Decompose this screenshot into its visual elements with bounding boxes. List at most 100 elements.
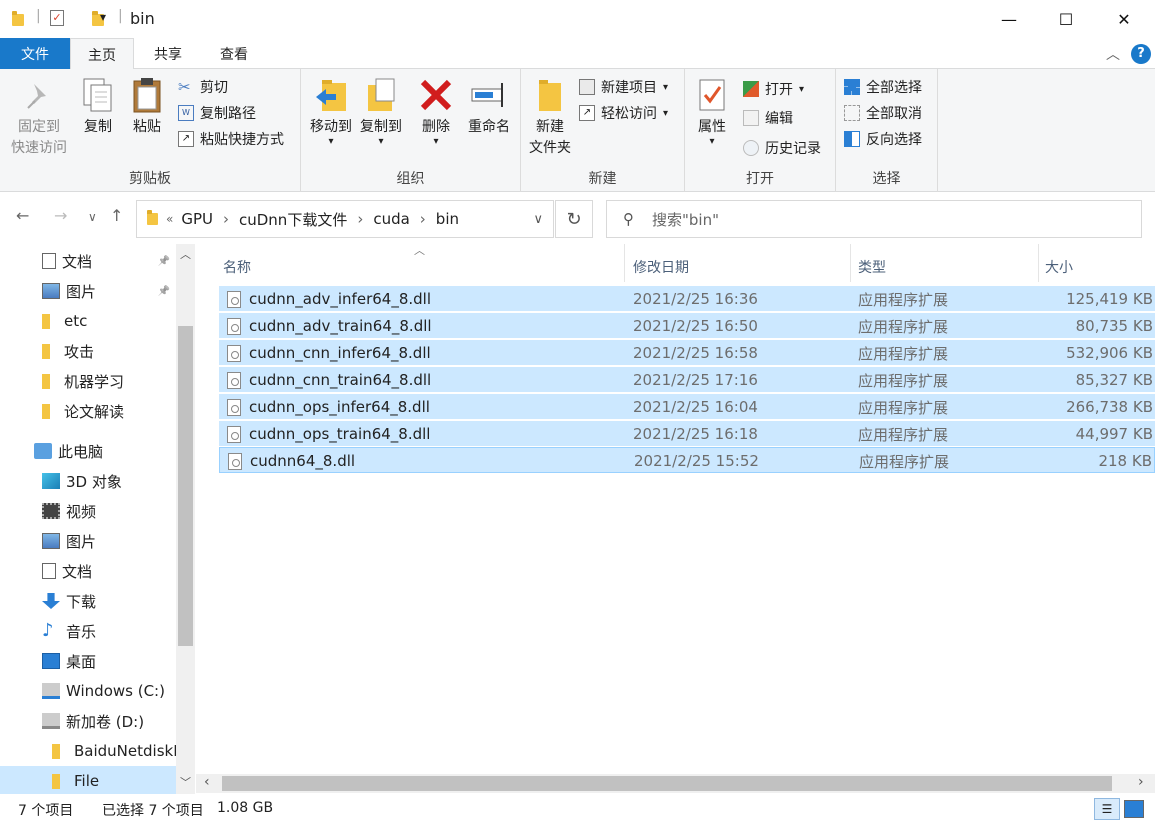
recent-locations-button[interactable]: ∨ [88, 210, 97, 224]
address-dropdown-icon[interactable]: ∨ [533, 212, 543, 227]
scroll-right-icon[interactable]: › [1138, 774, 1144, 790]
scrollbar-thumb[interactable] [178, 326, 193, 646]
forward-button[interactable]: → [54, 206, 67, 225]
customize-quick-access-icon[interactable]: ▾ [100, 10, 106, 24]
details-view-button[interactable]: ☰ [1094, 798, 1120, 820]
file-row[interactable]: cudnn_ops_train64_8.dll 2021/2/25 16:18 应用… [219, 420, 1155, 446]
help-icon[interactable]: ? [1131, 44, 1151, 64]
up-button[interactable]: ↑ [110, 206, 123, 225]
delete-button[interactable]: 删除 ▾ [416, 75, 456, 147]
pin-label-2: 快速访问 [11, 140, 67, 156]
nav-item[interactable]: Windows (C:) [0, 676, 176, 706]
file-date: 2021/2/25 16:04 [633, 398, 758, 416]
search-box[interactable]: ⚲ 搜索"bin" [606, 200, 1142, 238]
nav-item[interactable]: 桌面 [0, 646, 176, 676]
new-item-button[interactable]: 新建项目 ▾ [579, 75, 668, 99]
select-none-button[interactable]: 全部取消 [844, 101, 922, 125]
collapse-ribbon-icon[interactable]: ︿ [1106, 44, 1120, 64]
tab-view[interactable]: 查看 [202, 38, 266, 69]
tab-file[interactable]: 文件 [0, 38, 70, 69]
refresh-button[interactable]: ↻ [555, 200, 593, 238]
tab-share[interactable]: 共享 [136, 38, 200, 69]
open-button[interactable]: 打开 ▾ [743, 77, 804, 101]
column-header-date[interactable]: 修改日期 [633, 252, 689, 282]
paste-shortcut-button[interactable]: ↗ 粘贴快捷方式 [178, 127, 284, 151]
breadcrumb-bin[interactable]: bin [436, 210, 459, 228]
scroll-left-icon[interactable]: ‹ [204, 774, 210, 790]
nav-item[interactable]: 文档 [0, 556, 176, 586]
copy-to-button[interactable]: 复制到 ▾ [356, 75, 406, 147]
breadcrumb-separator-icon[interactable]: › [420, 210, 426, 228]
cut-button[interactable]: ✂ 剪切 [178, 75, 228, 99]
invert-selection-button[interactable]: 反向选择 [844, 127, 922, 151]
properties-icon[interactable]: ✓ [50, 10, 64, 26]
nav-item[interactable]: etc [0, 306, 176, 336]
pinned-icon[interactable]: 📌 [158, 286, 170, 297]
address-bar[interactable]: « GPU › cuDnn下载文件 › cuda › bin ∨ [136, 200, 554, 238]
file-type: 应用程序扩展 [858, 290, 949, 309]
new-folder-button[interactable]: 新建 文件夹 [525, 75, 575, 159]
open-group-label: 打开 [746, 171, 774, 187]
nav-item[interactable]: ♪ 音乐 [0, 616, 176, 646]
pinned-icon[interactable]: 📌 [158, 256, 170, 267]
column-header-size[interactable]: 大小 [1045, 252, 1073, 282]
nav-item[interactable]: 视频 [0, 496, 176, 526]
minimize-button[interactable]: — [980, 0, 1038, 38]
move-to-button[interactable]: 移动到 ▾ [306, 75, 356, 147]
history-button[interactable]: 历史记录 [743, 136, 821, 160]
nav-item[interactable]: 图片 [0, 526, 176, 556]
nav-item[interactable]: 机器学习 [0, 366, 176, 396]
nav-item[interactable]: File [0, 766, 176, 796]
nav-item[interactable]: 论文解读 [0, 396, 176, 426]
file-row[interactable]: cudnn64_8.dll 2021/2/25 15:52 应用程序扩展 218 KB [219, 447, 1155, 473]
maximize-button[interactable]: ☐ [1037, 0, 1095, 38]
file-size: 218 KB [1098, 452, 1152, 470]
column-header-type[interactable]: 类型 [858, 252, 886, 282]
select-group: 全部选择 全部取消 反向选择 选择 [836, 69, 938, 192]
file-row[interactable]: cudnn_ops_infer64_8.dll 2021/2/25 16:04 应用… [219, 393, 1155, 419]
file-row[interactable]: cudnn_cnn_infer64_8.dll 2021/2/25 16:58 应用… [219, 339, 1155, 365]
breadcrumb-cuda[interactable]: cuda [373, 210, 409, 228]
select-all-button[interactable]: 全部选择 [844, 75, 922, 99]
nav-item[interactable]: 文档 📌 [0, 246, 176, 276]
scroll-down-icon[interactable]: ﹀ [180, 774, 191, 790]
delete-icon [416, 75, 456, 115]
file-row[interactable]: cudnn_cnn_train64_8.dll 2021/2/25 17:16 应用… [219, 366, 1155, 392]
invert-selection-label: 反向选择 [866, 132, 922, 148]
nav-item[interactable]: 攻击 [0, 336, 176, 366]
copy-button[interactable]: 复制 [76, 75, 120, 138]
organize-group-label: 组织 [396, 171, 425, 187]
nav-pane-scrollbar[interactable]: ︿ ﹀ [176, 244, 195, 794]
overflow-chevron-icon[interactable]: « [166, 212, 173, 226]
breadcrumb-cudnn[interactable]: cuDnn下载文件 [239, 209, 347, 230]
file-row[interactable]: cudnn_adv_infer64_8.dll 2021/2/25 16:36 应用… [219, 285, 1155, 311]
search-icon: ⚲ [623, 210, 634, 228]
scrollbar-thumb[interactable] [222, 776, 1112, 791]
scroll-up-icon[interactable]: ︿ [180, 246, 191, 262]
copy-path-button[interactable]: W 复制路径 [178, 101, 256, 125]
nav-item[interactable]: 3D 对象 [0, 466, 176, 496]
properties-button[interactable]: 属性 ▾ [691, 75, 733, 147]
file-list-horizontal-scrollbar[interactable]: ‹ › [196, 774, 1155, 793]
back-button[interactable]: ← [16, 206, 29, 225]
edit-button[interactable]: 编辑 [743, 106, 793, 130]
nav-item-label: 论文解读 [64, 402, 125, 421]
nav-item[interactable]: 下载 [0, 586, 176, 616]
file-row[interactable]: cudnn_adv_train64_8.dll 2021/2/25 16:50 应用… [219, 312, 1155, 338]
file-type: 应用程序扩展 [858, 344, 949, 363]
column-header-name[interactable]: 名称 [223, 252, 251, 282]
rename-button[interactable]: 重命名 [461, 75, 517, 138]
breadcrumb-separator-icon[interactable]: › [357, 210, 363, 228]
nav-item[interactable]: 此电脑 [0, 436, 176, 466]
tab-home[interactable]: 主页 [70, 38, 134, 70]
nav-item[interactable]: 新加卷 (D:) [0, 706, 176, 736]
paste-button[interactable]: 粘贴 [124, 75, 170, 138]
breadcrumb-gpu[interactable]: GPU [181, 210, 213, 228]
easy-access-button[interactable]: ↗ 轻松访问 ▾ [579, 101, 668, 125]
pin-quick-access-button[interactable]: 固定到 快速访问 [6, 75, 72, 159]
close-button[interactable]: ✕ [1095, 0, 1153, 38]
nav-item[interactable]: 图片 📌 [0, 276, 176, 306]
large-icons-view-button[interactable] [1124, 800, 1144, 818]
breadcrumb-separator-icon[interactable]: › [223, 210, 229, 228]
nav-item[interactable]: BaiduNetdiskI [0, 736, 176, 766]
